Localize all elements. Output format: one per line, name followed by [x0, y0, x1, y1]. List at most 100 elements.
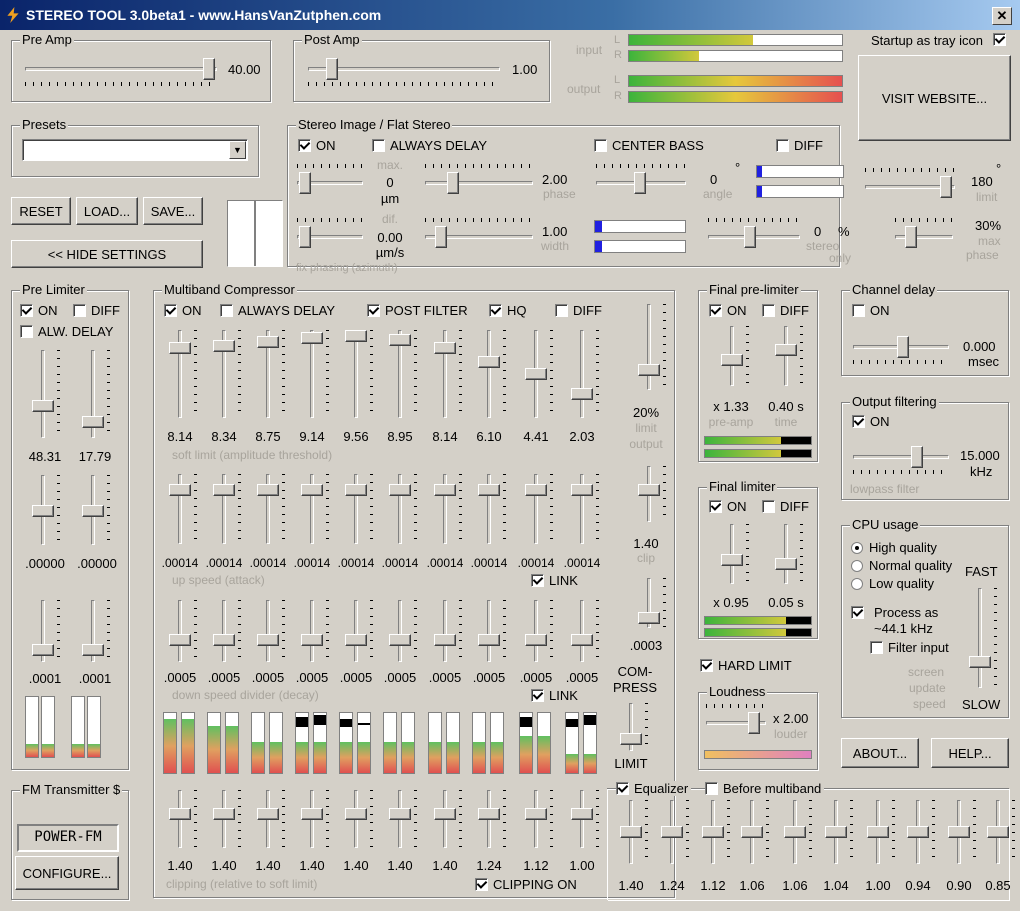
clipping-on-checkbox[interactable]: CLIPPING ON — [475, 877, 577, 892]
soft-limit-slider[interactable] — [571, 330, 599, 418]
down-speed-slider[interactable] — [434, 600, 462, 662]
hide-settings-button[interactable]: << HIDE SETTINGS — [11, 240, 203, 268]
screen-update-slider[interactable] — [969, 588, 997, 688]
clipping-slider[interactable] — [478, 790, 506, 848]
soft-limit-slider[interactable] — [257, 330, 285, 418]
up-speed-slider[interactable] — [213, 474, 241, 544]
pre-limiter-slider-3[interactable] — [32, 475, 60, 545]
soft-limit-slider[interactable] — [478, 330, 506, 418]
down-speed-slider[interactable] — [169, 600, 197, 662]
hard-limit-checkbox[interactable]: HARD LIMIT — [700, 658, 792, 673]
stereo-on-checkbox[interactable]: ON — [298, 138, 336, 153]
before-multiband-checkbox[interactable]: Before multiband — [705, 781, 825, 796]
max-azimuth-slider[interactable] — [297, 164, 363, 194]
down-speed-slider[interactable] — [389, 600, 417, 662]
mbc-always-delay-checkbox[interactable]: ALWAYS DELAY — [220, 303, 335, 318]
pre-amp-slider[interactable] — [25, 58, 217, 86]
pre-limiter-diff-checkbox[interactable]: DIFF — [73, 303, 120, 318]
stereo-diff-checkbox[interactable]: DIFF — [776, 138, 823, 153]
close-button[interactable]: ✕ — [992, 7, 1012, 25]
clipping-slider[interactable] — [169, 790, 197, 848]
mbc-post-filter-checkbox[interactable]: POST FILTER — [367, 303, 468, 318]
up-speed-slider[interactable] — [571, 474, 599, 544]
clipping-slider[interactable] — [345, 790, 373, 848]
eq-band-slider[interactable] — [825, 800, 853, 864]
process-44k-checkbox[interactable] — [851, 606, 869, 619]
loudness-slider[interactable] — [706, 704, 766, 734]
down-speed-slider[interactable] — [345, 600, 373, 662]
up-speed-slider[interactable] — [345, 474, 373, 544]
startup-tray-checkbox[interactable] — [993, 33, 1011, 46]
max-phase-slider[interactable] — [895, 218, 953, 248]
up-speed-slider[interactable] — [257, 474, 285, 544]
clipping-slider[interactable] — [434, 790, 462, 848]
down-speed-slider[interactable] — [478, 600, 506, 662]
compress-limit-slider[interactable] — [620, 703, 648, 751]
clip-slider[interactable] — [638, 466, 666, 522]
save-button[interactable]: SAVE... — [143, 197, 203, 225]
clipping-slider[interactable] — [389, 790, 417, 848]
soft-limit-slider[interactable] — [213, 330, 241, 418]
up-speed-slider[interactable] — [525, 474, 553, 544]
limit-slider[interactable] — [865, 168, 955, 198]
down-link-checkbox[interactable]: LINK — [531, 688, 578, 703]
about-button[interactable]: ABOUT... — [841, 738, 919, 768]
load-button[interactable]: LOAD... — [76, 197, 138, 225]
final-pre-time-slider[interactable] — [775, 326, 803, 386]
mbc-diff-checkbox[interactable]: DIFF — [555, 303, 602, 318]
limit-output-slider[interactable] — [638, 304, 666, 390]
eq-band-slider[interactable] — [987, 800, 1015, 864]
presets-dropdown[interactable]: ▼ — [22, 139, 248, 161]
mbc-hq-checkbox[interactable]: HQ — [489, 303, 527, 318]
stereo-only-slider[interactable] — [708, 218, 800, 248]
final-pre-on-checkbox[interactable]: ON — [709, 303, 747, 318]
visit-website-button[interactable]: VISIT WEBSITE... — [858, 55, 1011, 141]
final-pre-diff-checkbox[interactable]: DIFF — [762, 303, 809, 318]
dif-azimuth-slider[interactable] — [297, 218, 363, 248]
soft-limit-slider[interactable] — [301, 330, 329, 418]
up-speed-slider[interactable] — [389, 474, 417, 544]
pre-limiter-slider-6[interactable] — [82, 600, 110, 662]
clipping-slider[interactable] — [571, 790, 599, 848]
up-link-checkbox[interactable]: LINK — [531, 573, 578, 588]
final-lim-on-checkbox[interactable]: ON — [709, 499, 747, 514]
pre-limiter-slider-5[interactable] — [32, 600, 60, 662]
lowpass-slider[interactable] — [853, 446, 949, 474]
equalizer-checkbox[interactable]: Equalizer — [616, 781, 692, 796]
channel-delay-on-checkbox[interactable]: ON — [852, 303, 890, 318]
eq-band-slider[interactable] — [867, 800, 895, 864]
pre-limiter-slider-4[interactable] — [82, 475, 110, 545]
channel-delay-slider[interactable] — [853, 336, 949, 364]
phase-slider[interactable] — [425, 164, 533, 194]
soft-limit-slider[interactable] — [525, 330, 553, 418]
post-amp-slider[interactable] — [308, 58, 500, 86]
final-lim-time-slider[interactable] — [775, 524, 803, 584]
down-speed-slider[interactable] — [301, 600, 329, 662]
eq-band-slider[interactable] — [741, 800, 769, 864]
pre-limiter-slider-1[interactable] — [32, 350, 60, 438]
down-speed-slider[interactable] — [213, 600, 241, 662]
chevron-down-icon[interactable]: ▼ — [229, 141, 246, 159]
eq-band-slider[interactable] — [784, 800, 812, 864]
soft-limit-slider[interactable] — [169, 330, 197, 418]
high-quality-radio[interactable]: High quality — [851, 540, 937, 555]
up-speed-slider[interactable] — [434, 474, 462, 544]
clipping-slider[interactable] — [213, 790, 241, 848]
down-speed-slider[interactable] — [571, 600, 599, 662]
center-bass-checkbox[interactable]: CENTER BASS — [594, 138, 704, 153]
pre-limiter-slider-2[interactable] — [82, 350, 110, 438]
soft-limit-slider[interactable] — [345, 330, 373, 418]
clipping-slider[interactable] — [525, 790, 553, 848]
down-speed-slider[interactable] — [257, 600, 285, 662]
output-filtering-on-checkbox[interactable]: ON — [852, 414, 890, 429]
last-slider[interactable] — [638, 578, 666, 628]
final-pre-amp-slider[interactable] — [721, 326, 749, 386]
eq-band-slider[interactable] — [907, 800, 935, 864]
stereo-always-delay-checkbox[interactable]: ALWAYS DELAY — [372, 138, 487, 153]
clipping-slider[interactable] — [301, 790, 329, 848]
width-slider[interactable] — [425, 218, 533, 248]
normal-quality-radio[interactable]: Normal quality — [851, 558, 952, 573]
up-speed-slider[interactable] — [169, 474, 197, 544]
eq-band-slider[interactable] — [702, 800, 730, 864]
clipping-slider[interactable] — [257, 790, 285, 848]
